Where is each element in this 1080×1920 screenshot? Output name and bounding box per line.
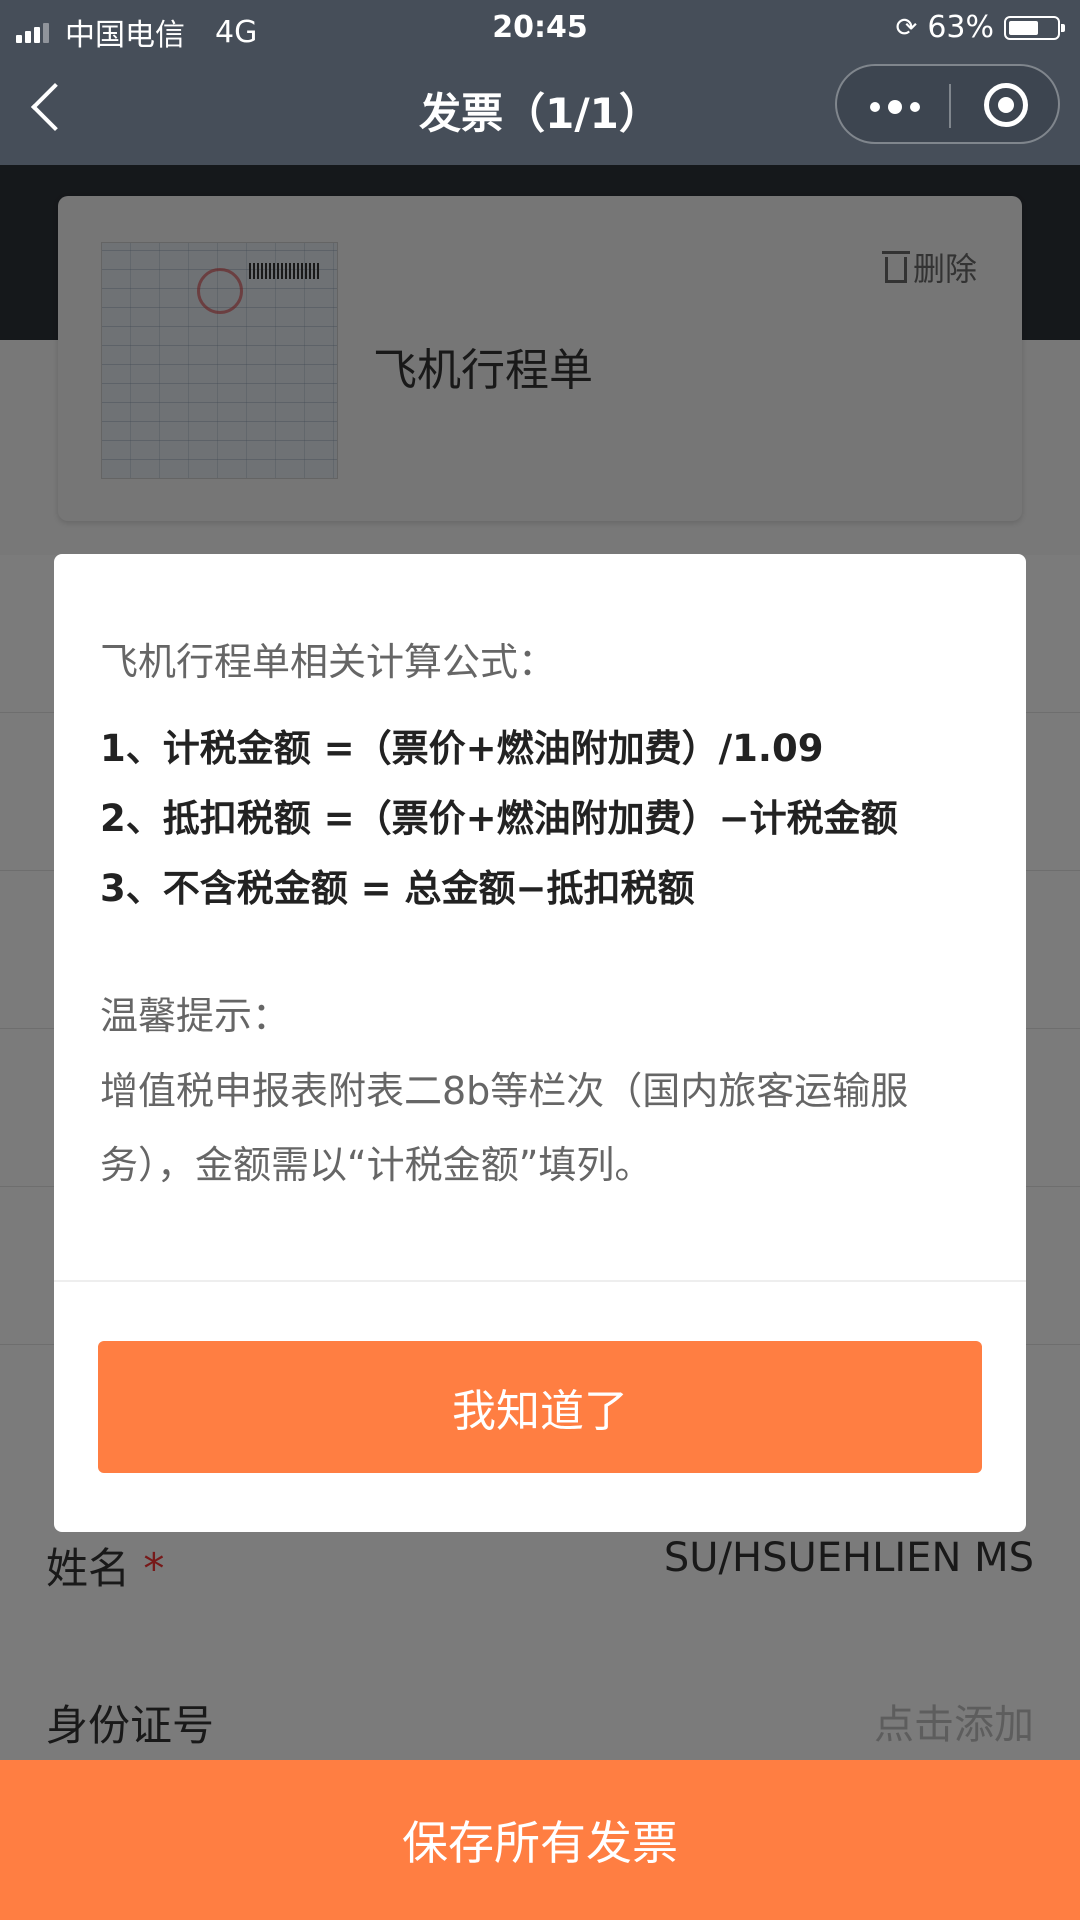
status-bar: 中国电信 4G 20:45 ⟳ 63%: [0, 0, 1080, 55]
target-icon[interactable]: [984, 83, 1028, 127]
tip-heading: 温馨提示：: [100, 994, 291, 1038]
more-icon[interactable]: [870, 100, 920, 114]
formula-3: 3、不含税金额 = 总金额−抵扣税额: [100, 867, 695, 910]
battery-percent: 63%: [927, 10, 994, 45]
mini-program-capsule: [835, 64, 1060, 144]
confirm-button[interactable]: 我知道了: [98, 1341, 982, 1473]
formula-1: 1、计税金额 =（票价+燃油附加费）/1.09: [100, 727, 824, 770]
capsule-divider: [949, 84, 951, 128]
save-all-button[interactable]: 保存所有发票: [0, 1760, 1080, 1920]
modal-divider: [54, 1280, 1026, 1282]
tip-text: 增值税申报表附表二8b等栏次（国内旅客运输服务），金额需以“计税金额”填列。: [100, 1069, 909, 1187]
status-right: ⟳ 63%: [895, 10, 1065, 45]
formula-2: 2、抵扣税额 =（票价+燃油附加费）−计税金额: [100, 797, 898, 840]
battery-icon: [1004, 15, 1065, 40]
nav-bar: 发票（1/1）: [0, 55, 1080, 165]
modal-heading: 飞机行程单相关计算公式：: [100, 640, 557, 684]
formula-modal: 飞机行程单相关计算公式： 1、计税金额 =（票价+燃油附加费）/1.09 2、抵…: [54, 554, 1026, 1532]
rotation-lock-icon: ⟳: [895, 12, 918, 43]
